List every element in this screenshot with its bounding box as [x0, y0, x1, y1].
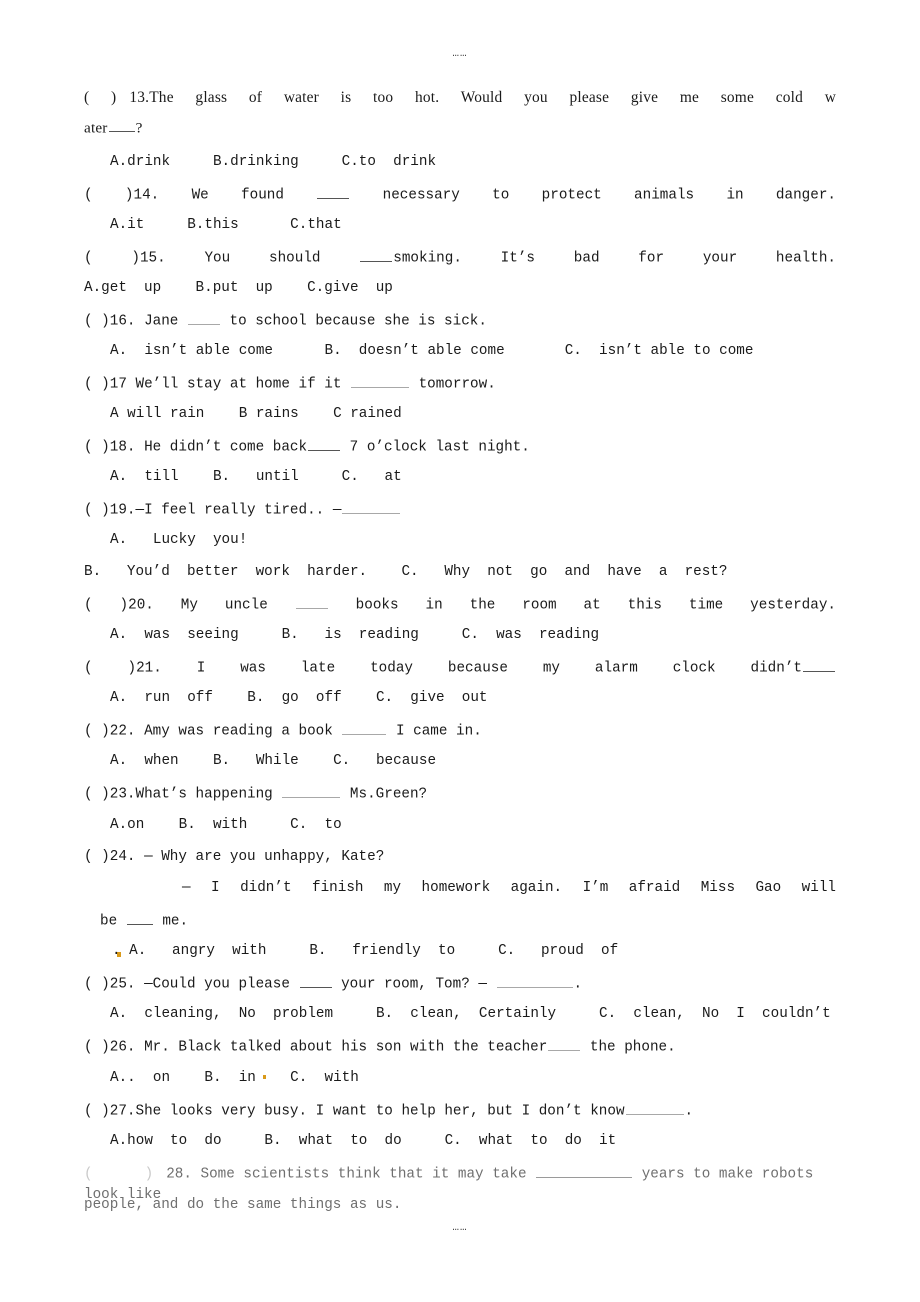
blank-17	[350, 373, 409, 388]
blank-28	[536, 1163, 633, 1178]
question-27-choices: A.how to do B. what to do C. what to do …	[110, 1133, 617, 1149]
question-18-choices: A. till B. until C. at	[110, 469, 402, 485]
top-ellipsis: ……	[452, 48, 468, 60]
question-26-stem: ( )26. Mr. Black talked about his son wi…	[84, 1036, 836, 1058]
worksheet-page: …… ( ) 13.The glass of water is too hot. …	[0, 0, 920, 1302]
question-19-stem: ( )19.—I feel really tired.. —	[84, 499, 836, 521]
blank-20	[295, 594, 328, 609]
blank-23	[282, 783, 341, 798]
question-13-stem-line1: ( ) 13.The glass of water is too hot. Wou…	[84, 88, 836, 108]
question-16-choices: A. isn’t able come B. doesn’t able come …	[110, 343, 754, 359]
question-20-marker: ( )	[84, 597, 129, 614]
question-14-marker: ( )	[84, 187, 134, 204]
question-21-stem: ( )21. I was late today because my alarm…	[84, 657, 836, 679]
question-16-marker: ( )	[84, 313, 110, 330]
blank-19	[342, 499, 401, 514]
question-24-stem-line1: ( )24. — Why are you unhappy, Kate?	[84, 849, 385, 865]
blank-24	[126, 910, 153, 925]
question-15-choices: A.get up B.put up C.give up	[84, 280, 393, 296]
question-20-choices: A. was seeing B. is reading C. was readi…	[110, 627, 600, 643]
blank-25a	[299, 973, 332, 988]
question-23-stem: ( )23.What’s happening Ms.Green?	[84, 783, 836, 805]
question-25-marker: ( )	[84, 976, 110, 993]
question-18-marker: ( )	[84, 439, 110, 456]
question-24-choices: . A. angry with B. friendly to C. proud …	[112, 943, 619, 959]
question-13-text: 13.The glass of water is too hot. Would …	[129, 89, 837, 106]
question-26-choices: A.. on B. in C. with	[110, 1070, 359, 1086]
question-28-stem-line2: people, and do the same things as us.	[84, 1197, 402, 1213]
blank-14	[317, 184, 350, 199]
question-28-marker-open: (	[84, 1166, 93, 1183]
blank-15	[360, 247, 393, 262]
question-23-marker: ( )	[84, 786, 110, 803]
question-17-marker: ( )	[84, 376, 110, 393]
blank-27	[625, 1100, 684, 1115]
question-19-choice-a: A. Lucky you!	[110, 532, 248, 548]
question-22-marker: ( )	[84, 723, 110, 740]
bottom-ellipsis: ……	[452, 1222, 468, 1234]
question-24-stem-line2: — I didn’t finish my homework again. I’m…	[182, 880, 836, 896]
blank-21	[803, 657, 835, 672]
question-28-marker-close: )	[144, 1166, 154, 1183]
blank-13	[108, 117, 135, 133]
question-19-marker: ( )	[84, 502, 110, 519]
question-20-stem: ( )20. My uncle books in the room at thi…	[84, 594, 836, 616]
question-13-choices: A.drink B.drinking C.to drink	[110, 154, 437, 170]
question-22-choices: A. when B. While C. because	[110, 753, 437, 769]
question-14-stem: ( )14. We found necessary to protect ani…	[84, 184, 836, 206]
blank-18	[308, 436, 341, 451]
question-19-choices-bc: B. You’d better work harder. C. Why not …	[84, 564, 728, 580]
question-25-stem: ( )25. —Could you please your room, Tom?…	[84, 973, 836, 995]
blank-26	[548, 1036, 581, 1051]
question-27-stem: ( )27.She looks very busy. I want to hel…	[84, 1100, 836, 1122]
question-16-stem: ( )16. Jane to school because she is sic…	[84, 310, 836, 332]
question-13-stem-line2: ater?	[84, 117, 836, 138]
question-17-choices: A will rain B rains C rained	[110, 406, 402, 422]
question-25-choices: A. cleaning, No problem B. clean, Certai…	[110, 1006, 831, 1022]
question-22-stem: ( )22. Amy was reading a book I came in.	[84, 720, 836, 742]
question-21-choices: A. run off B. go off C. give out	[110, 690, 488, 706]
question-18-stem: ( )18. He didn’t come back 7 o’clock las…	[84, 436, 836, 458]
blank-22	[342, 720, 387, 735]
question-15-stem: ( )15. You should smoking. It’s bad for …	[84, 247, 836, 269]
question-14-choices: A.it B.this C.that	[110, 217, 342, 233]
question-15-marker: ( )	[84, 250, 140, 267]
question-17-stem: ( )17 We’ll stay at home if it tomorrow.	[84, 373, 836, 395]
blank-16	[187, 310, 220, 325]
blank-25b	[496, 973, 573, 988]
question-27-marker: ( )	[84, 1103, 110, 1120]
question-21-marker: ( )	[84, 660, 137, 677]
question-13-marker: ( )	[84, 89, 117, 106]
question-26-marker: ( )	[84, 1039, 110, 1056]
question-24-marker: ( )	[84, 849, 110, 865]
question-23-choices: A.on B. with C. to	[110, 817, 342, 833]
question-24-stem-line3: be me.	[100, 910, 852, 932]
